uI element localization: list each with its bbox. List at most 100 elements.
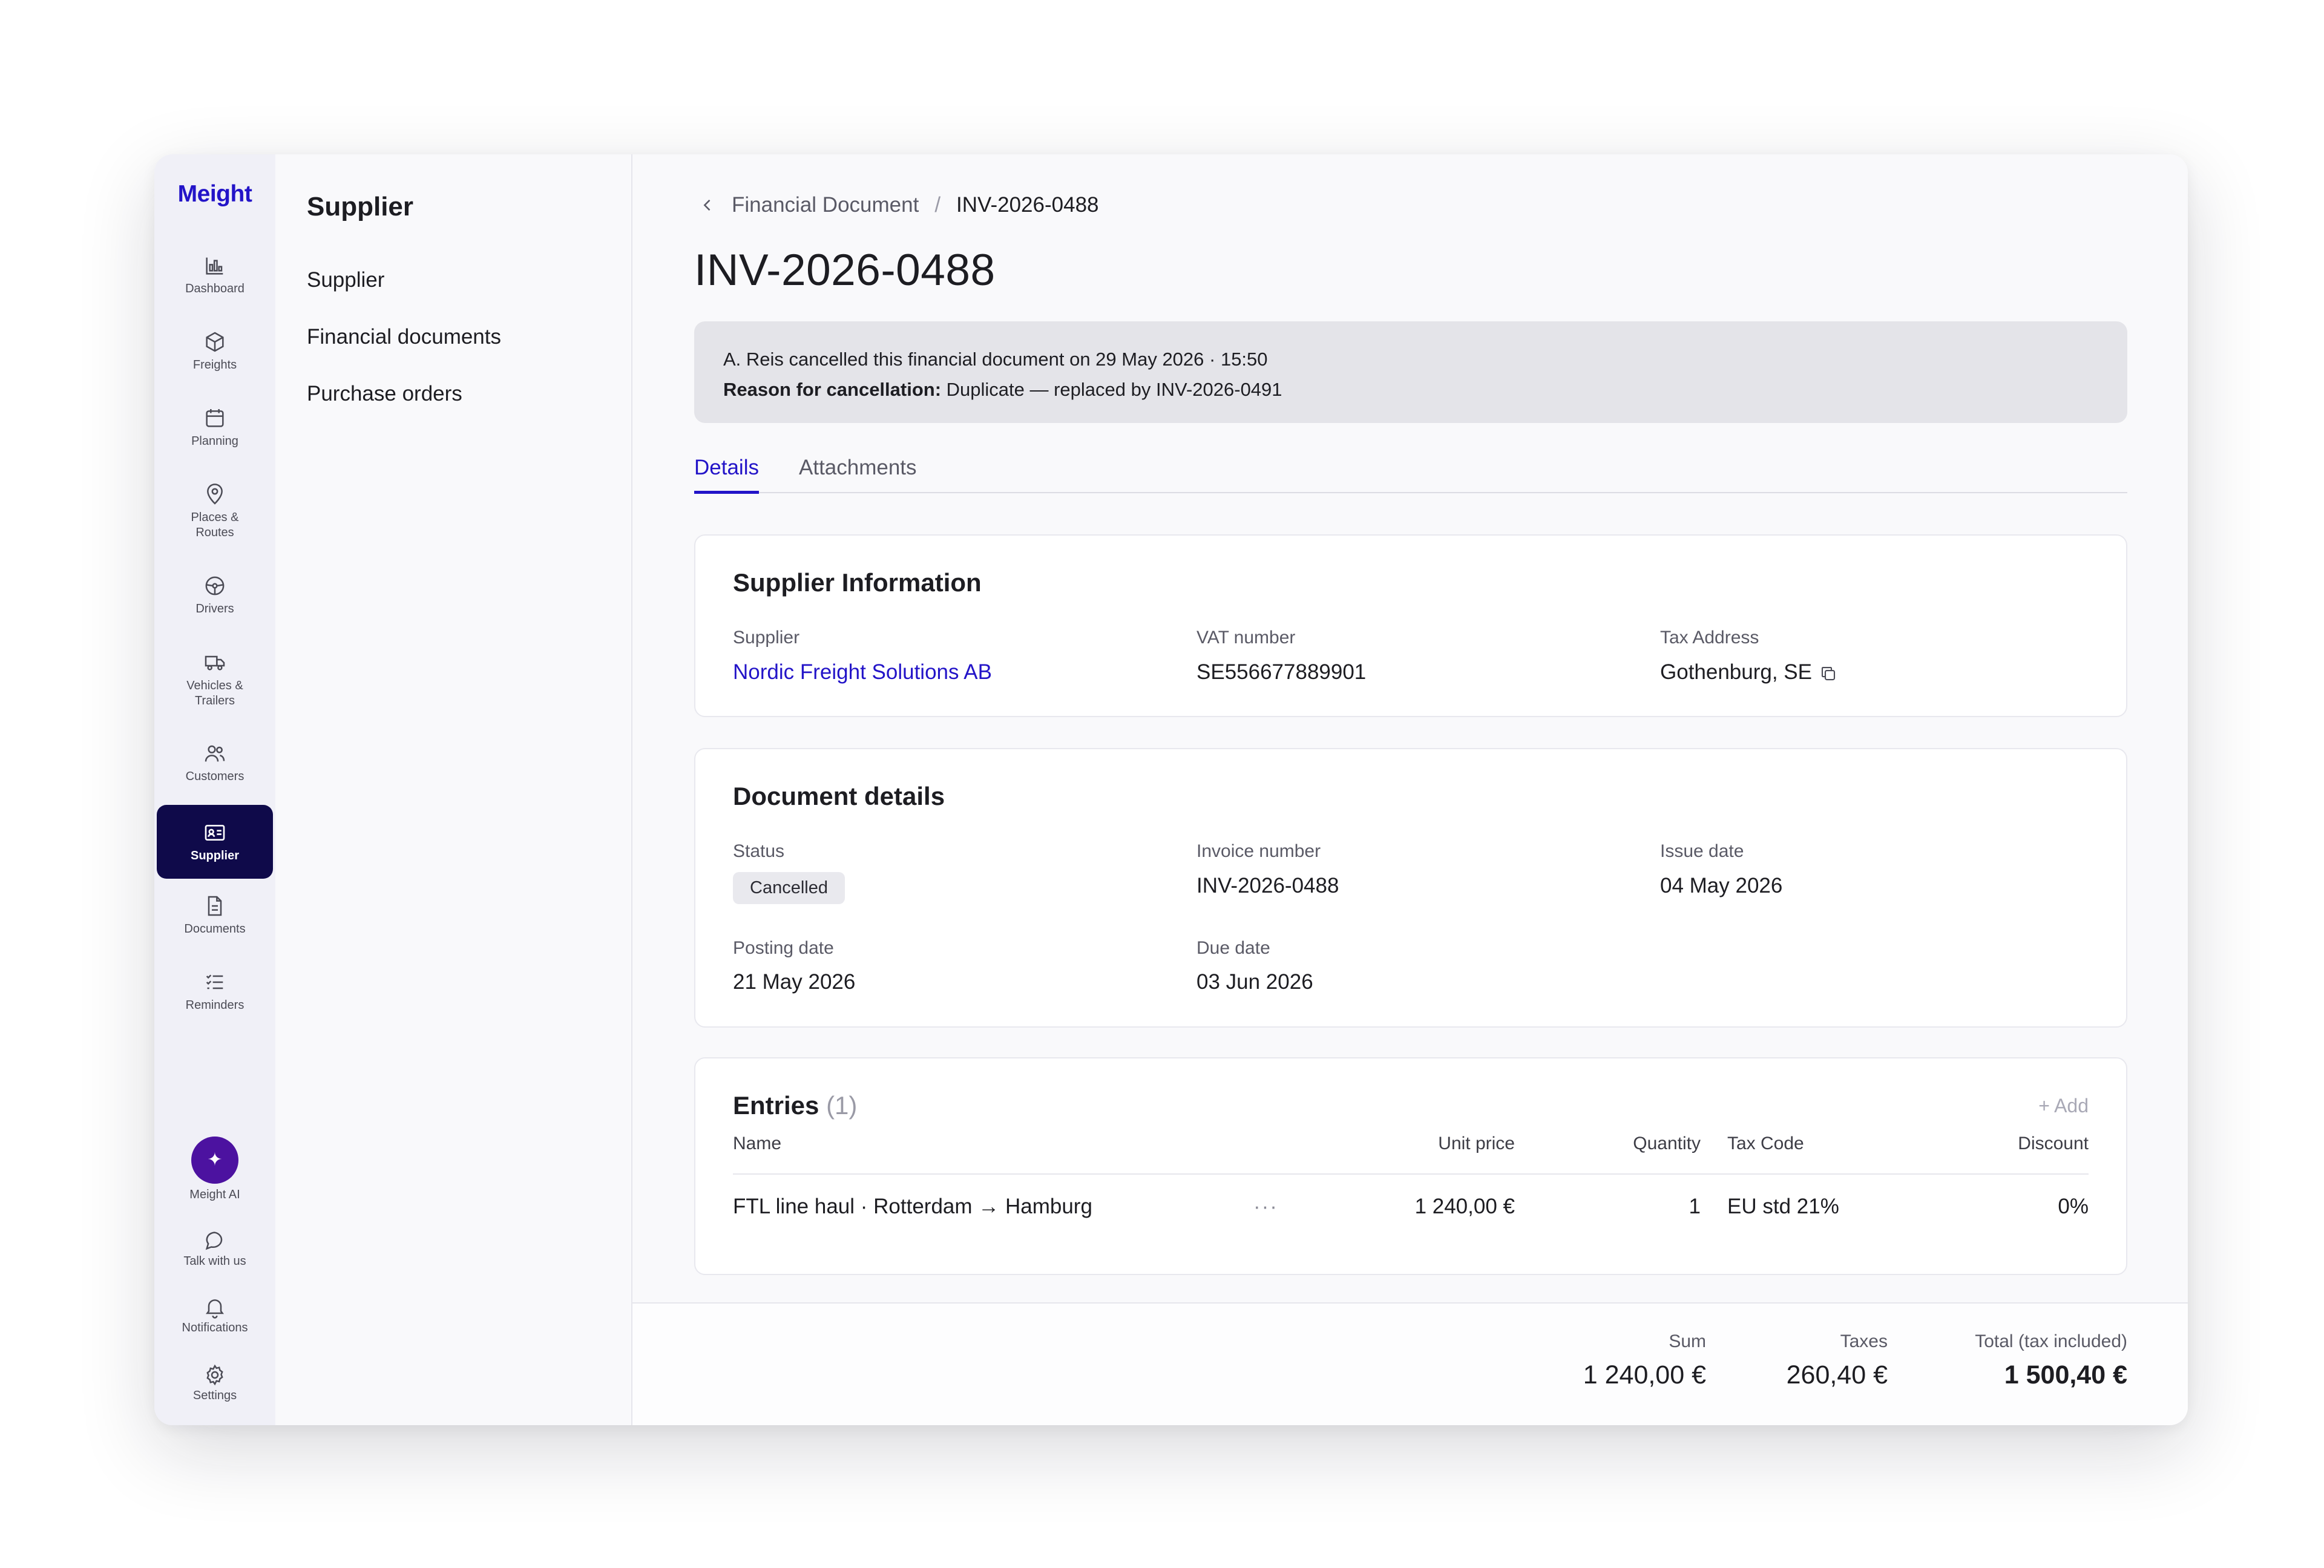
rail-label: Places & [191,511,239,524]
rail-item-freights[interactable]: Freights [157,330,273,373]
rail-label: Customers [185,770,245,783]
banner-line: A. Reis cancelled this financial documen… [723,349,1268,370]
bell-icon [206,1299,224,1319]
rail-item-planning[interactable]: Planning [157,406,273,449]
status-label: Status [733,841,785,861]
sparkle-icon: ✦ [191,1137,238,1184]
chevron-left-icon[interactable] [699,197,716,214]
rail-label: Notifications [182,1321,248,1334]
entries-card: Entries (1) + Add Name Unit price Quanti… [694,1057,2127,1275]
settings-button[interactable]: Settings [157,1363,273,1403]
copy-icon[interactable] [1819,664,1837,683]
rail-item-places-routes[interactable]: Places & Routes [157,482,273,540]
issue-date-label: Issue date [1660,841,1744,861]
subnav-item-purchase-orders[interactable]: Purchase orders [307,382,462,406]
users-icon [205,745,225,762]
sum-total: Sum 1 240,00 € [1583,1331,1706,1390]
rail-label-line2: Trailers [195,694,235,707]
subnav-item-financial-documents[interactable]: Financial documents [307,325,501,349]
calendar-icon [206,409,224,427]
table-divider [733,1173,2089,1175]
meight-ai-button[interactable]: ✦ Meight AI [157,1137,273,1202]
vat-value: SE556677889901 [1196,660,1367,684]
total-value: 1 500,40 € [2004,1360,2127,1389]
add-entry-button[interactable]: + Add [2038,1095,2089,1117]
rail-label: Dashboard [185,282,245,295]
document-icon [208,896,222,916]
banner-reason: Reason for cancellation: Duplicate — rep… [723,375,2098,405]
reason-text: Duplicate — replaced by INV-2026-0491 [941,379,1282,400]
steering-wheel-icon [205,576,225,595]
page-title: INV-2026-0488 [694,246,996,295]
posting-date-label: Posting date [733,938,834,958]
bar-chart-icon [206,257,223,275]
entry-tax-code-link[interactable]: EU std 21% [1727,1195,1839,1219]
box-icon [206,332,224,352]
rail-item-dashboard[interactable]: Dashboard [157,254,273,297]
truck-icon [205,655,225,671]
rail-label: Supplier [190,849,239,862]
id-card-icon [205,825,225,841]
notifications-button[interactable]: Notifications [157,1295,273,1336]
tab-attachments[interactable]: Attachments [799,456,917,480]
entries-title: Entries (1) [733,1091,857,1120]
rail-item-reminders[interactable]: Reminders [157,970,273,1013]
rail-item-customers[interactable]: Customers [157,741,273,784]
rail-label: Drivers [195,602,234,615]
rail-label: Settings [192,1389,237,1402]
section-subnav: Supplier Supplier Financial documents Pu… [275,154,632,1425]
totals-footer: Sum 1 240,00 € Taxes 260,40 € Total (tax… [632,1302,2188,1425]
cancellation-banner: A. Reis cancelled this financial documen… [694,321,2127,423]
supplier-info-card: Supplier Information Supplier Nordic Fre… [694,534,2127,717]
entries-title-text: Entries [733,1091,819,1120]
total-label: Total (tax included) [1975,1331,2127,1351]
icon-rail: Meight Dashboard Freights Planning Place… [154,154,275,1425]
reason-label: Reason for cancellation: [723,379,942,400]
supplier-link[interactable]: Nordic Freight Solutions AB [733,660,992,684]
rail-item-vehicles-trailers[interactable]: Vehicles & Trailers [157,651,273,709]
column-header-tax-code: Tax Code [1727,1133,1804,1153]
taxes-total: Taxes 260,40 € [1787,1331,1888,1390]
issue-date-value: 04 May 2026 [1660,874,1783,897]
rail-item-documents[interactable]: Documents [157,894,273,937]
row-menu-button[interactable]: ··· [1253,1195,1278,1219]
card-title: Supplier Information [733,568,982,597]
column-header-name: Name [733,1133,782,1153]
column-header-discount: Discount [2018,1133,2089,1153]
grand-total: Total (tax included) 1 500,40 € [1975,1331,2127,1390]
talk-with-us-button[interactable]: Talk with us [157,1228,273,1269]
supplier-label: Supplier [733,628,800,648]
rail-item-supplier[interactable]: Supplier [157,805,273,879]
tab-bar: Details Attachments [694,444,2127,494]
card-title: Document details [733,782,945,810]
app-logo[interactable]: Meight [154,181,275,208]
app-window: Meight Dashboard Freights Planning Place… [154,154,2188,1425]
invoice-number-value: INV-2026-0488 [1196,874,1339,897]
rail-label: Meight AI [189,1188,240,1201]
breadcrumb-parent[interactable]: Financial Document [732,193,919,217]
tab-details[interactable]: Details [694,456,759,494]
vat-label: VAT number [1196,628,1296,648]
sum-label: Sum [1669,1331,1706,1351]
rail-label: Talk with us [183,1255,246,1268]
due-date-value: 03 Jun 2026 [1196,970,1313,994]
due-date-label: Due date [1196,938,1270,958]
rail-item-drivers[interactable]: Drivers [157,574,273,617]
entry-discount: 0% [2058,1195,2089,1218]
map-pin-icon [207,484,223,505]
rail-label: Documents [184,922,246,936]
entries-count: (1) [826,1091,858,1120]
invoice-number-label: Invoice number [1196,841,1321,861]
subnav-item-supplier[interactable]: Supplier [307,268,384,292]
entry-unit-price: 1 240,00 € [1414,1195,1515,1218]
status-badge: Cancelled [733,872,845,904]
checklist-icon [206,974,223,989]
gear-icon [206,1364,223,1386]
breadcrumb-current: INV-2026-0488 [956,193,1099,217]
column-header-unit-price: Unit price [1438,1133,1515,1153]
taxes-label: Taxes [1840,1331,1888,1351]
tax-address-label: Tax Address [1660,628,1759,648]
tax-address-field: Gothenburg, SE [1660,660,1837,684]
rail-label: Vehicles & [186,679,243,692]
entry-name-link[interactable]: FTL line haul · Rotterdam → Hamburg [733,1195,1092,1219]
